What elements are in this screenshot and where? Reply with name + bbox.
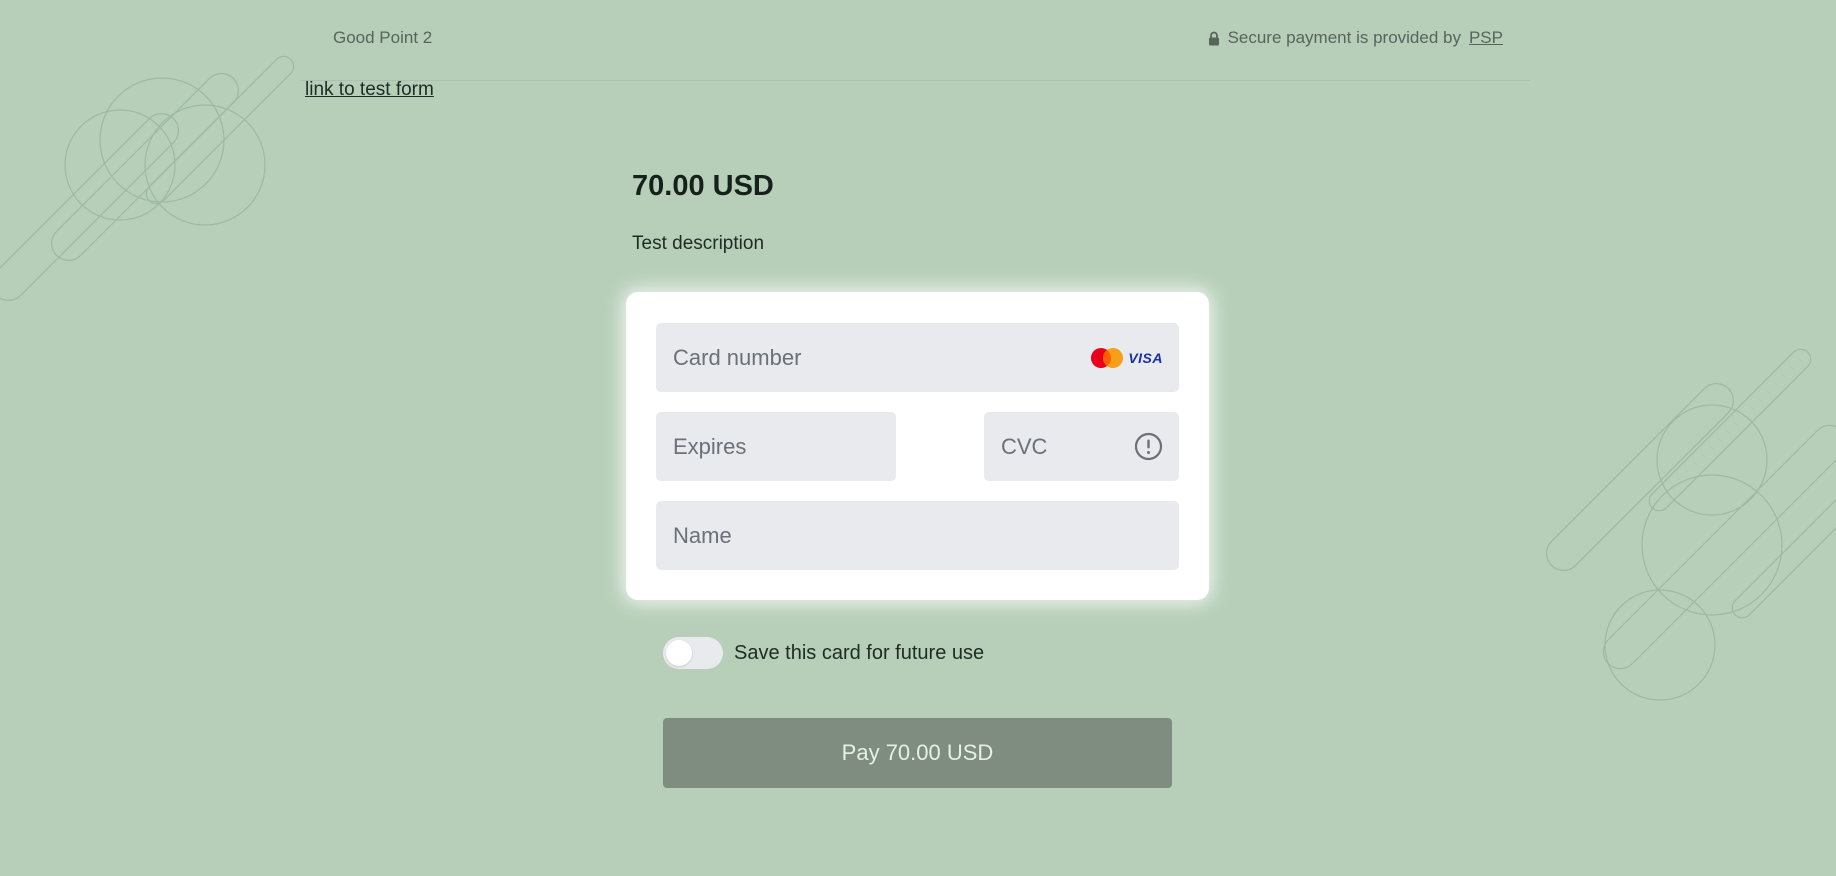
save-card-label: Save this card for future use	[734, 641, 985, 664]
test-form-link[interactable]: link to test form	[305, 79, 434, 101]
psp-link[interactable]: PSP	[1469, 28, 1503, 48]
visa-icon: VISA	[1128, 350, 1163, 366]
info-icon[interactable]	[1134, 432, 1163, 461]
cardholder-name-field[interactable]: Name	[656, 501, 1179, 570]
toggle-knob	[666, 640, 692, 666]
pay-button[interactable]: Pay 70.00 USD	[663, 718, 1172, 788]
card-details-form: Card number VISA Expires CVC Name	[626, 292, 1209, 600]
page-header: Good Point 2 Secure payment is provided …	[300, 0, 1530, 81]
payment-amount: 70.00 USD	[632, 170, 774, 202]
expiry-placeholder: Expires	[673, 433, 747, 459]
expiry-field[interactable]: Expires	[656, 412, 896, 481]
card-brand-icons: VISA	[1090, 347, 1163, 369]
save-card-toggle[interactable]	[663, 637, 723, 669]
cardholder-name-placeholder: Name	[673, 522, 732, 548]
card-number-placeholder: Card number	[673, 344, 802, 370]
lock-icon	[1208, 31, 1219, 45]
merchant-name: Good Point 2	[333, 28, 433, 47]
secure-payment-notice: Secure payment is provided by PSP	[1208, 28, 1503, 48]
payment-page: Good Point 2 Secure payment is provided …	[0, 0, 1836, 876]
cvc-field[interactable]: CVC	[984, 412, 1179, 481]
card-number-field[interactable]: Card number VISA	[656, 323, 1179, 392]
payment-description: Test description	[632, 233, 765, 254]
mastercard-icon	[1091, 348, 1124, 368]
save-card-row: Save this card for future use	[663, 637, 984, 669]
cvc-placeholder: CVC	[1001, 433, 1048, 459]
secure-payment-text: Secure payment is provided by	[1227, 28, 1461, 47]
